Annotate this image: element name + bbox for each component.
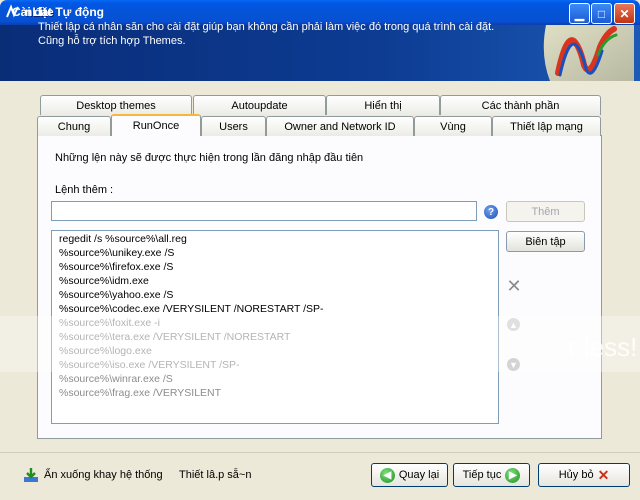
list-item[interactable]: %source%\firefox.exe /S: [59, 261, 173, 273]
command-input[interactable]: [51, 201, 477, 221]
presets-button[interactable]: Thiết lâ.p sẵ~n: [179, 469, 251, 481]
list-item[interactable]: %source%\yahoo.exe /S: [59, 289, 173, 301]
back-button[interactable]: ◀ Quay lại: [371, 463, 448, 487]
watermark-band: [0, 316, 640, 372]
tab-general[interactable]: Chung: [37, 116, 111, 136]
close-icon: ✕: [619, 6, 630, 21]
page-title: Cài đặt Tự động: [12, 5, 105, 19]
minimize-to-tray-button[interactable]: Ẩn xuống khay hệ thống: [23, 467, 163, 483]
list-item[interactable]: %source%\codec.exe /VERYSILENT /NORESTAR…: [59, 303, 324, 315]
help-icon[interactable]: ?: [484, 205, 498, 219]
tab-region[interactable]: Vùng: [414, 116, 492, 136]
next-arrow-icon: ▶: [505, 467, 521, 483]
back-arrow-icon: ◀: [379, 467, 395, 483]
minimize-icon: ▁: [574, 6, 585, 21]
maximize-icon: □: [597, 6, 606, 21]
command-label: Lệnh thêm :: [55, 184, 114, 196]
cancel-x-icon: ✕: [597, 466, 610, 483]
add-button[interactable]: Thêm: [506, 201, 585, 222]
tab-runonce[interactable]: RunOnce: [111, 114, 201, 136]
list-item[interactable]: regedit /s %source%\all.reg: [59, 233, 187, 245]
edit-button[interactable]: Biên tập: [506, 231, 585, 252]
minimize-to-tray-label: Ẩn xuống khay hệ thống: [44, 469, 163, 481]
cancel-button[interactable]: Hủy bỏ ✕: [538, 463, 630, 487]
cancel-label: Hủy bỏ: [558, 469, 594, 481]
minimize-button[interactable]: ▁: [569, 3, 590, 24]
list-item[interactable]: %source%\winrar.exe /S: [59, 373, 173, 385]
tab-users[interactable]: Users: [201, 116, 266, 136]
tab-display[interactable]: Hiển thị: [326, 95, 440, 115]
tray-download-icon: [24, 468, 38, 482]
remove-icon[interactable]: ✕: [506, 277, 522, 295]
list-item[interactable]: %source%\idm.exe: [59, 275, 149, 287]
tab-owner-network-id[interactable]: Owner and Network ID: [266, 116, 414, 136]
close-button[interactable]: ✕: [614, 3, 635, 24]
list-item[interactable]: %source%\unikey.exe /S: [59, 247, 174, 259]
next-label: Tiếp tục: [462, 469, 502, 481]
tab-autoupdate[interactable]: Autoupdate: [193, 95, 326, 115]
footer-divider: [0, 452, 640, 453]
tab-components[interactable]: Các thành phần: [440, 95, 601, 115]
tab-network-settings[interactable]: Thiết lập mạng: [492, 116, 601, 136]
runonce-description: Những lện này sẽ được thực hiện trong lầ…: [55, 152, 364, 164]
page-description-line-1: Thiết lập cá nhân săn cho cài đặt giúp b…: [38, 21, 495, 33]
maximize-button[interactable]: □: [591, 3, 612, 24]
next-button[interactable]: Tiếp tục ▶: [453, 463, 530, 487]
list-item[interactable]: %source%\frag.exe /VERYSILENT: [59, 387, 221, 399]
watermark-text: r less!: [568, 332, 638, 362]
nlite-banner-logo-icon: [543, 25, 634, 81]
back-label: Quay lại: [398, 469, 440, 481]
tab-desktop-themes[interactable]: Desktop themes: [40, 95, 192, 115]
page-description-line-2: Cũng hỗ trợ tích hợp Themes.: [38, 35, 186, 47]
